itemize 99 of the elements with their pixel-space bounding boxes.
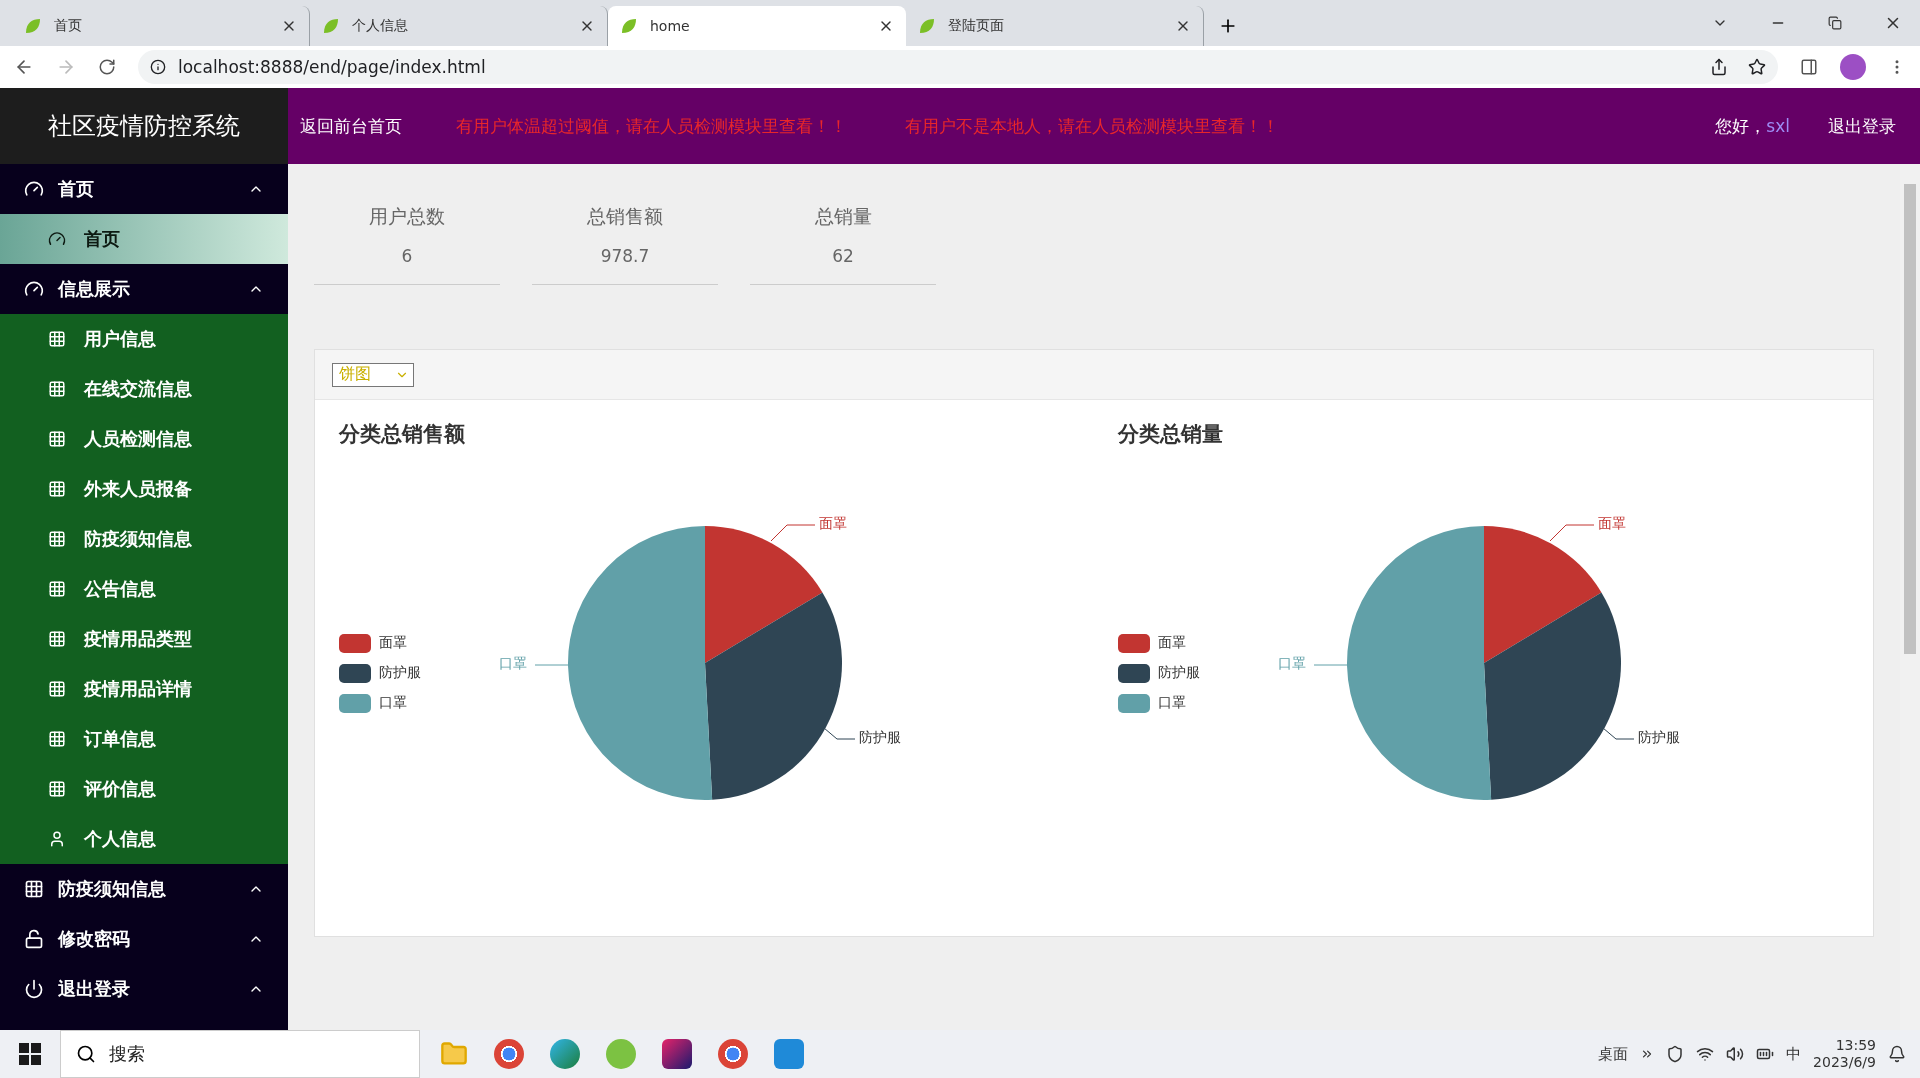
stat-label: 总销量 — [814, 204, 872, 229]
home-link[interactable]: 返回前台首页 — [300, 114, 402, 138]
slice-label: 面罩 — [1598, 515, 1626, 533]
grid-icon — [48, 330, 66, 348]
app-title: 社区疫情防控系统 — [0, 88, 288, 164]
menu-group[interactable]: 修改密码 — [0, 914, 288, 964]
grid-icon — [24, 879, 44, 899]
menu-group[interactable]: 防疫须知信息 — [0, 864, 288, 914]
gauge-icon — [48, 230, 66, 248]
menu-item[interactable]: 个人信息 — [0, 814, 288, 864]
grid-icon — [48, 730, 66, 748]
grid-icon — [48, 580, 66, 598]
grid-icon — [48, 680, 66, 698]
leaf-icon — [322, 17, 340, 35]
leader-line — [823, 727, 856, 740]
leaf-icon — [918, 17, 936, 35]
gauge-icon — [24, 279, 44, 299]
slice-label: 口罩 — [499, 655, 527, 673]
gauge-icon — [24, 179, 44, 199]
menu-item[interactable]: 疫情用品详情 — [0, 664, 288, 714]
alert-text: 有用户体温超过阈值，请在人员检测模块里查看！！ — [456, 114, 847, 138]
stat-value: 6 — [401, 246, 413, 266]
slice-label: 防护服 — [1638, 729, 1680, 747]
legend-item[interactable]: 口罩 — [1118, 693, 1200, 713]
slice-label: 口罩 — [1278, 655, 1306, 673]
legend-label: 口罩 — [379, 694, 407, 712]
menu-item[interactable]: 用户信息 — [0, 314, 288, 364]
legend-item[interactable]: 面罩 — [1118, 633, 1200, 653]
avatar[interactable] — [1840, 54, 1866, 80]
logout-link[interactable]: 退出登录 — [1828, 114, 1896, 138]
round-app-icon[interactable] — [550, 1039, 580, 1069]
square-app-icon[interactable] — [662, 1039, 692, 1069]
menu-item[interactable]: 疫情用品类型 — [0, 614, 288, 664]
person-icon — [48, 830, 66, 848]
alert-text: 有用户不是本地人，请在人员检测模块里查看！！ — [905, 114, 1279, 138]
start-icon[interactable] — [19, 1043, 41, 1065]
legend-label: 面罩 — [379, 634, 407, 652]
stat-value: 62 — [832, 246, 854, 266]
unlock-icon — [24, 929, 44, 949]
search-field[interactable]: 搜索 — [60, 1030, 420, 1078]
menu-item[interactable]: 首页 — [0, 214, 288, 264]
search-icon — [76, 1044, 96, 1064]
menu-item[interactable]: 评价信息 — [0, 764, 288, 814]
star-icon[interactable] — [1748, 58, 1766, 76]
reload-icon[interactable] — [98, 58, 116, 76]
browser-tab[interactable]: home — [608, 6, 906, 46]
leader-line — [770, 524, 816, 542]
leaf-icon — [620, 17, 638, 35]
leader-line — [534, 664, 569, 666]
legend-item[interactable]: 面罩 — [339, 633, 421, 653]
legend-label: 面罩 — [1158, 634, 1186, 652]
menu-item[interactable]: 公告信息 — [0, 564, 288, 614]
address-field[interactable]: localhost:8888/end/page/index.html — [138, 50, 1778, 84]
legend-item[interactable]: 防护服 — [1118, 663, 1200, 683]
menu-item[interactable]: 在线交流信息 — [0, 364, 288, 414]
greeting: 您好，sxl — [1715, 114, 1790, 138]
grid-icon — [48, 530, 66, 548]
side-panel-icon[interactable] — [1800, 58, 1818, 76]
chart-title: 分类总销售额 — [339, 421, 465, 448]
power-icon — [24, 979, 44, 999]
legend-label: 防护服 — [379, 664, 421, 682]
stat-value: 978.7 — [600, 246, 650, 266]
grid-icon — [48, 780, 66, 798]
chart-title: 分类总销量 — [1118, 421, 1223, 448]
menu-group[interactable]: 退出登录 — [0, 964, 288, 1014]
leader-line — [1549, 524, 1595, 542]
round-app-icon[interactable] — [494, 1039, 524, 1069]
menu-group[interactable]: 信息展示 — [0, 264, 288, 314]
slice-label: 防护服 — [859, 729, 901, 747]
grid-icon — [48, 480, 66, 498]
grid-icon — [48, 380, 66, 398]
share-icon[interactable] — [1710, 58, 1728, 76]
menu-group[interactable]: 首页 — [0, 164, 288, 214]
round-app-icon[interactable] — [718, 1039, 748, 1069]
leaf-icon — [24, 17, 42, 35]
restore-icon[interactable] — [1828, 16, 1842, 30]
legend-item[interactable]: 口罩 — [339, 693, 421, 713]
volume-icon[interactable] — [1726, 1045, 1745, 1063]
menu-item[interactable]: 人员检测信息 — [0, 414, 288, 464]
legend-label: 防护服 — [1158, 664, 1200, 682]
notification-icon[interactable] — [1888, 1045, 1906, 1063]
input-method[interactable]: 中 — [1786, 1044, 1802, 1064]
stat-label: 用户总数 — [369, 204, 445, 229]
leader-line — [1313, 664, 1348, 666]
desktop-label[interactable]: 桌面 — [1598, 1044, 1629, 1064]
menu-item[interactable]: 外来人员报备 — [0, 464, 288, 514]
shield-icon[interactable] — [1666, 1045, 1685, 1063]
wifi-icon[interactable] — [1696, 1045, 1715, 1063]
info-icon[interactable] — [150, 59, 166, 75]
slice-label: 面罩 — [819, 515, 847, 533]
grid-icon — [48, 430, 66, 448]
stat-label: 总销售额 — [587, 204, 663, 229]
clock[interactable]: 13:59 2023/6/9 — [1813, 1037, 1876, 1071]
menu-item[interactable]: 订单信息 — [0, 714, 288, 764]
legend-item[interactable]: 防护服 — [339, 663, 421, 683]
menu-item[interactable]: 防疫须知信息 — [0, 514, 288, 564]
leader-line — [1602, 727, 1635, 740]
grid-icon — [48, 630, 66, 648]
legend-label: 口罩 — [1158, 694, 1186, 712]
